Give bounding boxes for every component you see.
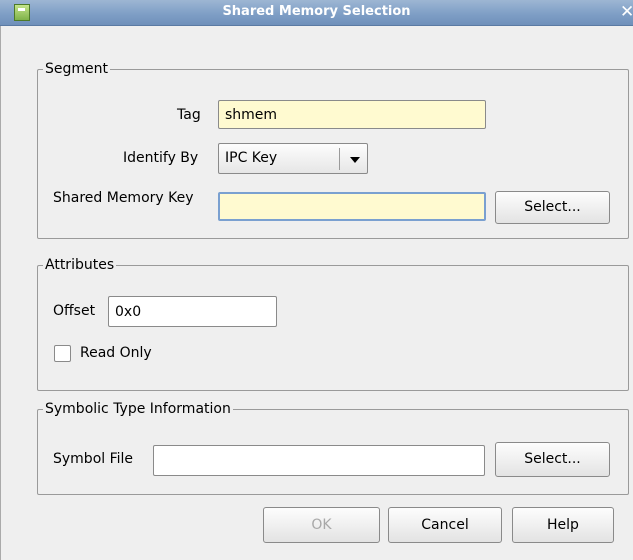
tag-label: Tag [177, 107, 201, 123]
identify-by-label: Identify By [123, 150, 199, 166]
read-only-label: Read Only [80, 345, 152, 361]
offset-label: Offset [53, 303, 96, 319]
attributes-group: Attributes [37, 256, 629, 391]
window-title: Shared Memory Selection [222, 4, 411, 19]
help-button[interactable]: Help [512, 507, 614, 543]
shared-memory-key-label: Shared Memory Key [53, 190, 194, 206]
identify-by-value: IPC Key [225, 150, 278, 166]
identify-by-dropdown[interactable]: IPC Key [218, 143, 368, 174]
ok-button[interactable]: OK [263, 507, 380, 543]
title-bar[interactable]: Shared Memory Selection ✕ [0, 0, 633, 26]
chevron-down-icon [350, 157, 360, 163]
shared-memory-key-input[interactable] [218, 192, 486, 221]
symbolic-type-legend: Symbolic Type Information [43, 400, 233, 418]
shared-memory-selection-dialog: Shared Memory Selection ✕ Segment Tag Id… [0, 0, 633, 560]
segment-select-button[interactable]: Select... [495, 191, 610, 224]
tag-input[interactable] [218, 100, 486, 129]
segment-legend: Segment [43, 60, 110, 78]
read-only-checkbox[interactable] [54, 345, 71, 362]
cancel-button[interactable]: Cancel [388, 507, 502, 543]
offset-input[interactable] [108, 296, 277, 327]
symbol-file-label: Symbol File [53, 451, 134, 467]
close-icon[interactable]: ✕ [620, 2, 633, 22]
attributes-legend: Attributes [43, 256, 117, 274]
symbol-file-input[interactable] [153, 445, 485, 476]
symbol-file-select-button[interactable]: Select... [495, 442, 610, 477]
dialog-body: Segment Tag Identify By IPC Key Shared M… [0, 26, 633, 560]
dropdown-separator [339, 148, 340, 170]
